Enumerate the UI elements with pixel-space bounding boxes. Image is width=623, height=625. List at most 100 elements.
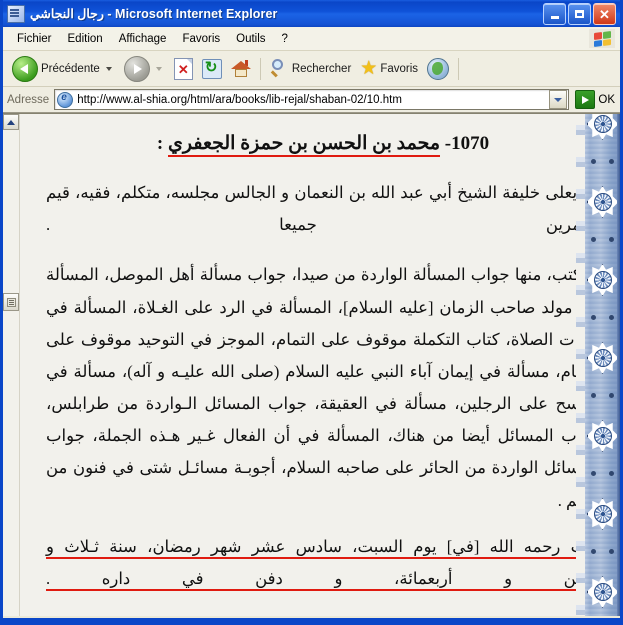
- rosette-core-glyph: [593, 505, 612, 523]
- rosette-icon: [586, 186, 619, 218]
- favorites-button-label: Favoris: [380, 62, 419, 75]
- window-bottom-edge: [3, 618, 620, 622]
- ie-logo-icon: [57, 91, 74, 108]
- arrow-right-glyph: [133, 63, 142, 74]
- back-button[interactable]: Précédente: [8, 54, 119, 84]
- islamic-border-ornament-icon: [576, 114, 620, 616]
- history-button[interactable]: [423, 56, 453, 82]
- address-label: Adresse: [7, 93, 50, 106]
- menu-item-favoris[interactable]: Favoris: [174, 31, 228, 47]
- close-icon: ✕: [599, 6, 610, 22]
- x-glyph: ✕: [177, 61, 189, 77]
- arrow-right-glyph-go: [581, 95, 589, 104]
- minimize-icon: [550, 16, 559, 19]
- entry-number: 1070-: [440, 133, 490, 154]
- rosette-icon: [586, 264, 619, 296]
- roof-glyph: [230, 60, 251, 69]
- ornament-column: [585, 114, 620, 616]
- rosette-icon: [586, 342, 619, 374]
- go-button-label: OK: [598, 93, 615, 106]
- death-line1-text: مات رحمه الله [في] يوم السبت، سادس عشر ش…: [46, 536, 600, 559]
- home-icon: [230, 59, 251, 78]
- menu-item-edition[interactable]: Edition: [60, 31, 111, 47]
- stop-icon: ✕: [173, 57, 193, 80]
- vertical-scrollbar[interactable]: [3, 114, 20, 616]
- rosette-core-glyph: [593, 271, 612, 289]
- rosette-core-glyph: [593, 583, 612, 601]
- rosette-core-glyph: [593, 193, 612, 211]
- document-content: 1070- محمد بن الحسن بن حمزة الجعفري : أب…: [20, 114, 620, 616]
- paragraph-works: له كتب، منها جواب المسألة الواردة من صيد…: [46, 265, 600, 510]
- rosette-core-glyph: [593, 115, 612, 133]
- search-button[interactable]: Rechercher: [266, 57, 355, 80]
- search-icon: [270, 59, 289, 78]
- navigation-toolbar: Précédente ✕ Rechercher: [3, 51, 620, 87]
- ornament-dots: [585, 386, 620, 408]
- paragraph-death-line1: مات رحمه الله [في] يوم السبت، سادس عشر ش…: [46, 531, 600, 563]
- death-line2-text: ستين و أربعمائة، و دفن في داره .: [46, 568, 600, 591]
- flag-glyph: [593, 30, 611, 47]
- ornament-dots: [585, 152, 620, 174]
- stop-button[interactable]: ✕: [170, 56, 197, 82]
- entry-name: محمد بن الحسن بن حمزة الجعفري: [167, 133, 441, 157]
- browser-window: رجال النجاشي - Microsoft Internet Explor…: [0, 0, 623, 625]
- chevron-down-icon-forward[interactable]: [155, 66, 162, 71]
- scrollbar-grip-icon: [6, 297, 16, 307]
- ornament-dots: [585, 542, 620, 564]
- arrow-left-glyph: [20, 63, 28, 74]
- page-viewport: 1070- محمد بن الحسن بن حمزة الجعفري : أب…: [3, 113, 620, 616]
- paragraph-death-line2: ستين و أربعمائة، و دفن في داره .: [46, 563, 600, 595]
- maximize-icon: [575, 10, 584, 18]
- ornament-dots: [585, 464, 620, 486]
- paragraph-biography: أبو يعلى خليفة الشيخ أبي عبد الله بن الن…: [46, 183, 600, 235]
- flag-quadrant-blue: [593, 39, 602, 47]
- scroll-up-arrow-icon: [7, 119, 15, 125]
- refresh-button[interactable]: [198, 57, 226, 81]
- back-button-label: Précédente: [41, 62, 100, 75]
- rosette-icon: [586, 114, 619, 140]
- chevron-down-icon-address: [554, 97, 563, 102]
- ornament-dots: [585, 308, 620, 330]
- star-icon: ★: [360, 58, 378, 79]
- flag-quadrant-red: [593, 31, 602, 40]
- home-button[interactable]: [227, 58, 255, 80]
- window-title: رجال النجاشي - Microsoft Internet Explor…: [30, 7, 278, 21]
- menu-bar: Fichier Edition Affichage Favoris Outils…: [3, 27, 620, 51]
- scrollbar-track[interactable]: [3, 130, 19, 616]
- rosette-core-glyph: [593, 427, 612, 445]
- minimize-button[interactable]: [543, 3, 566, 25]
- rosette-icon: [586, 498, 619, 530]
- close-button[interactable]: ✕: [593, 3, 616, 25]
- favorites-button[interactable]: ★ Favoris: [356, 57, 422, 80]
- page-document-icon: [7, 4, 25, 23]
- go-button[interactable]: OK: [572, 89, 618, 110]
- maximize-button[interactable]: [568, 3, 591, 25]
- search-button-label: Rechercher: [291, 62, 352, 75]
- ornament-right-rule: [617, 114, 620, 616]
- forward-button[interactable]: [120, 54, 169, 84]
- back-arrow-icon: [12, 55, 38, 82]
- title-bar: رجال النجاشي - Microsoft Internet Explor…: [3, 0, 620, 27]
- address-url-text[interactable]: http://www.al-shia.org/html/ara/books/li…: [77, 94, 545, 106]
- lens-glyph: [271, 59, 283, 70]
- address-input[interactable]: http://www.al-shia.org/html/ara/books/li…: [54, 89, 570, 110]
- ornament-dots: [585, 230, 620, 252]
- rosette-icon: [586, 576, 619, 608]
- menu-item-outils[interactable]: Outils: [228, 31, 273, 47]
- menu-item-fichier[interactable]: Fichier: [9, 31, 60, 47]
- scroll-up-button[interactable]: [3, 114, 19, 130]
- rosette-icon: [586, 420, 619, 452]
- house-body-glyph: [234, 68, 247, 77]
- forward-arrow-icon: [123, 55, 150, 82]
- windows-flag-icon: [589, 29, 615, 48]
- entry-colon: :: [156, 133, 168, 154]
- handle-glyph: [270, 70, 278, 78]
- address-dropdown-button[interactable]: [549, 90, 568, 109]
- scrollbar-thumb[interactable]: [3, 293, 19, 311]
- entry-heading: 1070- محمد بن الحسن بن حمزة الجعفري :: [46, 132, 600, 157]
- address-bar: Adresse http://www.al-shia.org/html/ara/…: [3, 87, 620, 113]
- menu-item-affichage[interactable]: Affichage: [111, 31, 175, 47]
- menu-item-help[interactable]: ?: [274, 31, 296, 47]
- chevron-down-icon[interactable]: [105, 66, 112, 71]
- flag-quadrant-yellow: [602, 37, 611, 46]
